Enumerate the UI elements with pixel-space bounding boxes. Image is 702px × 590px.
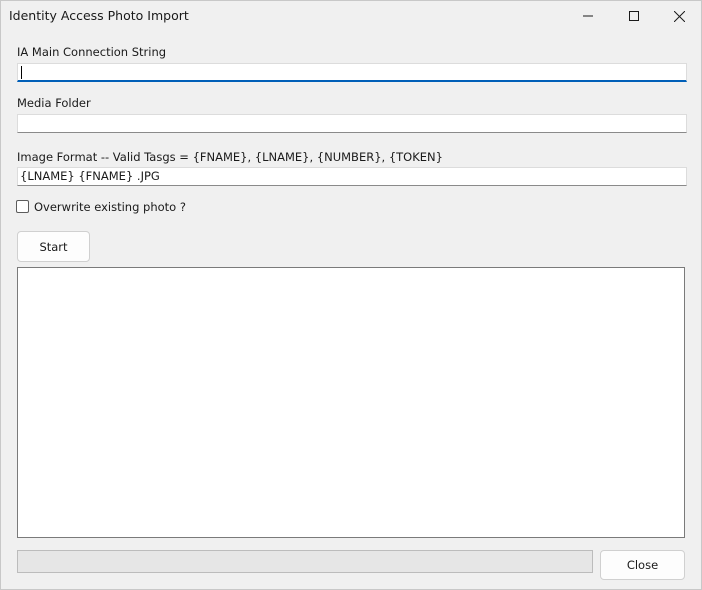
title-bar[interactable]: Identity Access Photo Import (1, 1, 701, 31)
image-format-input[interactable]: {LNAME} {FNAME} .JPG (17, 167, 687, 186)
minimize-button[interactable] (565, 1, 611, 31)
close-button[interactable]: Close (600, 550, 685, 580)
window-title: Identity Access Photo Import (9, 8, 189, 23)
window-close-button[interactable] (656, 1, 702, 31)
close-icon (673, 10, 685, 22)
maximize-icon (629, 11, 639, 21)
connection-string-input[interactable] (17, 63, 687, 82)
progress-bar (17, 550, 593, 573)
start-button[interactable]: Start (17, 231, 90, 262)
media-folder-label: Media Folder (17, 96, 91, 110)
connection-string-label: IA Main Connection String (17, 45, 167, 59)
maximize-button[interactable] (611, 1, 657, 31)
minimize-icon (583, 15, 593, 17)
start-button-label: Start (39, 239, 68, 254)
image-format-value: {LNAME} {FNAME} .JPG (20, 169, 160, 183)
media-folder-input[interactable] (17, 114, 687, 133)
log-output[interactable] (17, 267, 685, 538)
text-caret (21, 66, 22, 79)
overwrite-checkbox[interactable] (16, 200, 29, 213)
image-format-label: Image Format -- Valid Tasgs = {FNAME}, {… (17, 150, 443, 164)
app-window: Identity Access Photo Import IA Main Con… (0, 0, 702, 590)
overwrite-label[interactable]: Overwrite existing photo ? (34, 200, 186, 214)
close-button-label: Close (626, 558, 659, 572)
